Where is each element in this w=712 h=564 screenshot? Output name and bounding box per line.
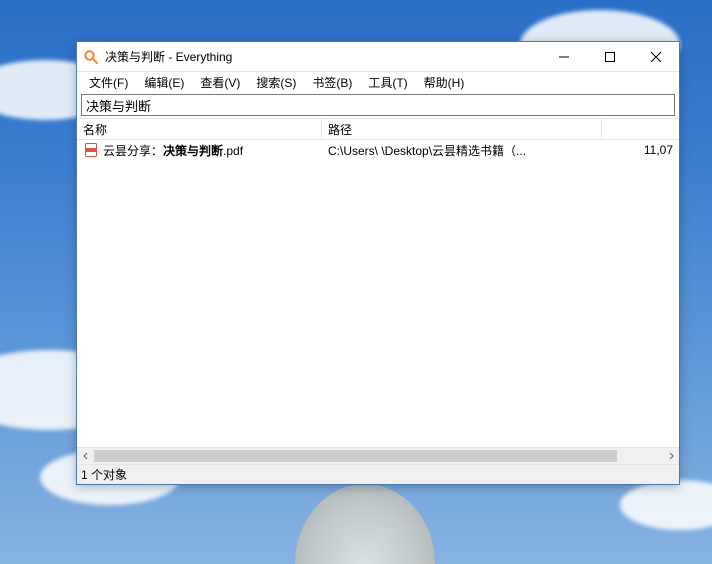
horizontal-scrollbar[interactable] (77, 447, 679, 464)
menu-tools[interactable]: 工具(T) (360, 73, 415, 92)
filename: 云昙分享：决策与判断.pdf (103, 142, 243, 159)
menu-bookmarks[interactable]: 书签(B) (304, 73, 360, 92)
column-header-size[interactable] (602, 119, 679, 139)
statusbar: 1 个对象 (77, 464, 679, 484)
pdf-file-icon (83, 142, 99, 158)
menu-view[interactable]: 查看(V) (192, 73, 248, 92)
result-size: 11,07 (602, 143, 679, 157)
scroll-track[interactable] (94, 448, 662, 464)
result-row[interactable]: 云昙分享：决策与判断.pdf C:\Users\ \Desktop\云昙精选书籍… (77, 140, 679, 160)
menubar: 文件(F) 编辑(E) 查看(V) 搜索(S) 书签(B) 工具(T) 帮助(H… (77, 72, 679, 92)
result-path: C:\Users\ \Desktop\云昙精选书籍（... (322, 142, 602, 159)
app-window: 决策与判断 - Everything 文件(F) 编辑(E) 查看(V) 搜索(… (76, 41, 680, 485)
minimize-button[interactable] (541, 42, 587, 71)
scroll-thumb[interactable] (94, 450, 617, 462)
close-button[interactable] (633, 42, 679, 71)
window-title: 决策与判断 - Everything (105, 48, 232, 65)
scroll-left-button[interactable] (77, 448, 94, 464)
scroll-right-button[interactable] (662, 448, 679, 464)
maximize-button[interactable] (587, 42, 633, 71)
results-list[interactable]: 云昙分享：决策与判断.pdf C:\Users\ \Desktop\云昙精选书籍… (77, 140, 679, 447)
search-input[interactable] (81, 94, 675, 116)
menu-search[interactable]: 搜索(S) (248, 73, 304, 92)
column-header-name[interactable]: 名称 (77, 119, 322, 139)
menu-edit[interactable]: 编辑(E) (136, 73, 192, 92)
menu-help[interactable]: 帮助(H) (416, 73, 473, 92)
column-header-path[interactable]: 路径 (322, 119, 602, 139)
column-headers: 名称 路径 (77, 118, 679, 140)
status-text: 1 个对象 (81, 466, 127, 483)
titlebar[interactable]: 决策与判断 - Everything (77, 42, 679, 72)
menu-file[interactable]: 文件(F) (81, 73, 136, 92)
everything-app-icon (83, 49, 99, 65)
